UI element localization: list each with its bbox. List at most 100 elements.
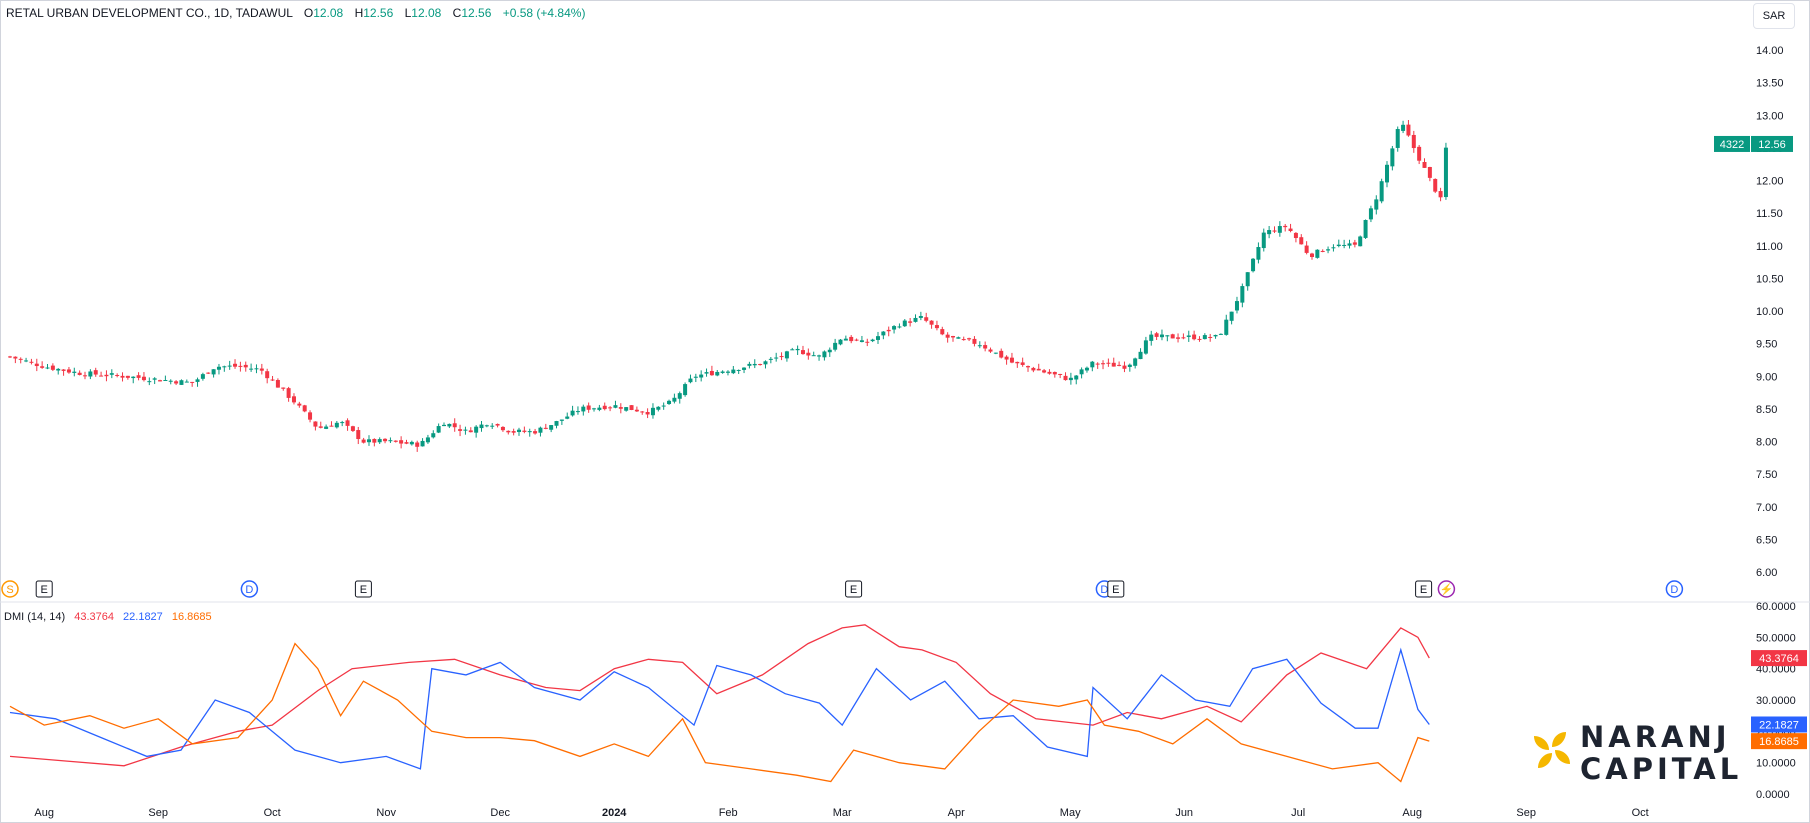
- event-marker-dividend[interactable]: D: [1665, 580, 1684, 598]
- candle-body: [1127, 364, 1132, 367]
- dmi-value-tag: 43.3764: [1759, 653, 1799, 665]
- candle-body: [693, 376, 698, 378]
- high-label: H: [354, 6, 364, 20]
- event-marker-dividend[interactable]: D: [240, 580, 259, 598]
- candle-body: [104, 374, 109, 377]
- candle-body: [1315, 249, 1320, 258]
- time-tick-label: Nov: [376, 807, 396, 819]
- event-marker-earnings[interactable]: E: [35, 580, 53, 598]
- candle-body: [650, 407, 655, 416]
- candle-body: [1299, 237, 1304, 245]
- candle-body: [720, 371, 725, 373]
- candle-body: [399, 440, 404, 444]
- candle-body: [999, 350, 1004, 358]
- symbol-name: RETAL URBAN DEVELOPMENT CO., 1D, TADAWUL: [6, 6, 293, 20]
- candle-body: [1015, 361, 1020, 364]
- candle-body: [158, 380, 163, 382]
- candle-body: [1406, 124, 1411, 136]
- candle-body: [1176, 337, 1181, 339]
- dmi-line-di: [9, 624, 1430, 767]
- candle-body: [886, 329, 891, 332]
- price-tick-label: 13.00: [1756, 110, 1784, 122]
- candle-body: [125, 375, 130, 378]
- candle-body: [849, 336, 854, 342]
- price-tick-label: 6.00: [1756, 567, 1777, 579]
- candle-body: [1288, 228, 1293, 232]
- time-tick-label: Aug: [34, 807, 54, 819]
- event-marker-earnings[interactable]: E: [845, 580, 863, 598]
- candle-body: [1309, 253, 1314, 258]
- dmi-title: DMI (14, 14): [4, 611, 66, 623]
- chart-canvas[interactable]: 14.0013.5013.0012.5012.0011.5011.0010.50…: [0, 0, 1810, 823]
- candle-body: [667, 400, 672, 405]
- candle-body: [1374, 199, 1379, 210]
- event-marker-alert[interactable]: ⚡: [1437, 580, 1456, 598]
- candle-body: [297, 403, 302, 406]
- candle-body: [1304, 245, 1309, 253]
- candle-body: [1336, 244, 1341, 247]
- candle-body: [1267, 230, 1272, 235]
- price-tick-label: 9.50: [1756, 339, 1777, 351]
- candle-body: [811, 355, 816, 357]
- candle-body: [1063, 375, 1068, 381]
- dmi-legend[interactable]: DMI (14, 14) 43.3764 22.1827 16.8685: [4, 611, 212, 623]
- brand-mark-icon: [1534, 732, 1570, 768]
- candle-body: [1229, 311, 1234, 321]
- candle-body: [1208, 336, 1213, 338]
- time-tick-label: Sep: [148, 807, 168, 819]
- brand-line-2: CAPITAL: [1580, 752, 1743, 786]
- candle-body: [163, 380, 168, 382]
- event-marker-earnings[interactable]: E: [354, 580, 372, 598]
- time-tick-label: Oct: [264, 807, 281, 819]
- candle-body: [902, 320, 907, 327]
- candle-body: [838, 339, 843, 345]
- event-marker-earnings[interactable]: E: [1107, 580, 1125, 598]
- candle-body: [1159, 334, 1164, 338]
- price-tick-label: 13.50: [1756, 78, 1784, 90]
- candle-body: [431, 433, 436, 438]
- candle-body: [967, 338, 972, 340]
- candle-body: [179, 380, 184, 385]
- candle-body: [308, 412, 313, 420]
- candle-body: [661, 405, 666, 407]
- event-marker-label: E: [1420, 584, 1427, 596]
- event-marker-label: E: [1112, 584, 1119, 596]
- candle-body: [190, 381, 195, 383]
- candle-body: [77, 372, 82, 375]
- dmi-line-di: [9, 647, 1430, 770]
- price-tick-label: 14.00: [1756, 45, 1784, 57]
- candle-body: [575, 411, 580, 413]
- candle-body: [345, 420, 350, 426]
- candle-body: [1101, 363, 1106, 365]
- candle-body: [672, 397, 677, 402]
- candle-body: [506, 430, 511, 433]
- event-marker-label: D: [1100, 584, 1108, 596]
- candle-body: [1240, 286, 1245, 303]
- candle-body: [1331, 247, 1336, 249]
- candle-body: [1026, 366, 1031, 368]
- candle-body: [1433, 178, 1438, 192]
- candle-body: [1020, 362, 1025, 365]
- candle-body: [168, 380, 173, 382]
- candle-body: [1385, 164, 1390, 183]
- candle-body: [618, 407, 623, 409]
- dmi-tick-label: 0.0000: [1756, 789, 1790, 801]
- dmi-line-adx: [9, 642, 1430, 783]
- candle-body: [200, 374, 205, 379]
- candle-body: [709, 370, 714, 376]
- candle-body: [924, 317, 929, 321]
- event-marker-split[interactable]: S: [1, 580, 19, 598]
- candle-body: [61, 369, 66, 371]
- currency-button[interactable]: SAR: [1753, 3, 1795, 29]
- candle-body: [479, 424, 484, 429]
- dmi-value-tag: 16.8685: [1759, 736, 1799, 748]
- candle-body: [458, 429, 463, 431]
- candle-body: [136, 375, 141, 378]
- candle-body: [1117, 364, 1122, 366]
- time-tick-label: May: [1060, 807, 1081, 819]
- candle-body: [1213, 334, 1218, 337]
- candle-body: [1009, 357, 1014, 363]
- event-marker-earnings[interactable]: E: [1415, 580, 1433, 598]
- candle-body: [833, 342, 838, 350]
- candle-body: [318, 426, 323, 428]
